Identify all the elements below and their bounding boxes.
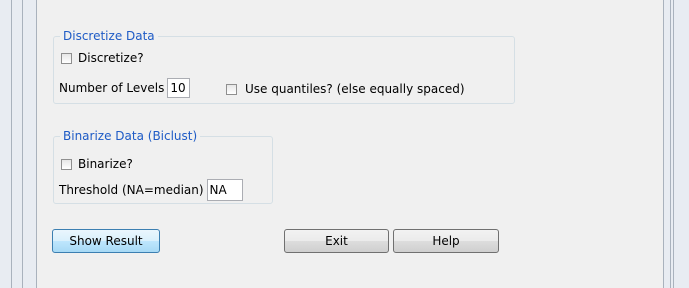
binarize-checkbox[interactable]: Binarize? xyxy=(61,157,133,171)
quantiles-checkbox[interactable]: Use quantiles? (else equally spaced) xyxy=(226,82,465,96)
binarize-checkbox-label: Binarize? xyxy=(78,157,133,171)
threshold-row: Threshold (NA=median) NA xyxy=(59,179,243,201)
binarize-group-title: Binarize Data (Biclust) xyxy=(60,129,201,143)
binarize-group: Binarize Data (Biclust) Binarize? Thresh… xyxy=(53,129,273,204)
discretize-checkbox-box[interactable] xyxy=(61,52,72,64)
quantiles-checkbox-label: Use quantiles? (else equally spaced) xyxy=(245,82,465,96)
discretize-group: Discretize Data Discretize? Number of Le… xyxy=(53,29,515,104)
discretize-checkbox-label: Discretize? xyxy=(78,51,144,65)
threshold-label: Threshold (NA=median) xyxy=(59,183,204,197)
show-result-button[interactable]: Show Result xyxy=(52,229,160,253)
quantiles-checkbox-box[interactable] xyxy=(226,83,237,95)
left-window-border xyxy=(0,0,37,288)
levels-label: Number of Levels xyxy=(59,81,165,95)
levels-row: Number of Levels 10 xyxy=(59,78,191,98)
levels-input[interactable]: 10 xyxy=(167,78,191,98)
options-panel: Discretize Data Discretize? Number of Le… xyxy=(37,0,663,288)
exit-button[interactable]: Exit xyxy=(284,229,389,253)
right-window-border xyxy=(663,0,689,288)
discretize-group-title: Discretize Data xyxy=(60,29,158,43)
help-button[interactable]: Help xyxy=(393,229,499,253)
discretize-checkbox[interactable]: Discretize? xyxy=(61,51,144,65)
threshold-input[interactable]: NA xyxy=(206,179,243,201)
binarize-checkbox-box[interactable] xyxy=(61,158,72,170)
